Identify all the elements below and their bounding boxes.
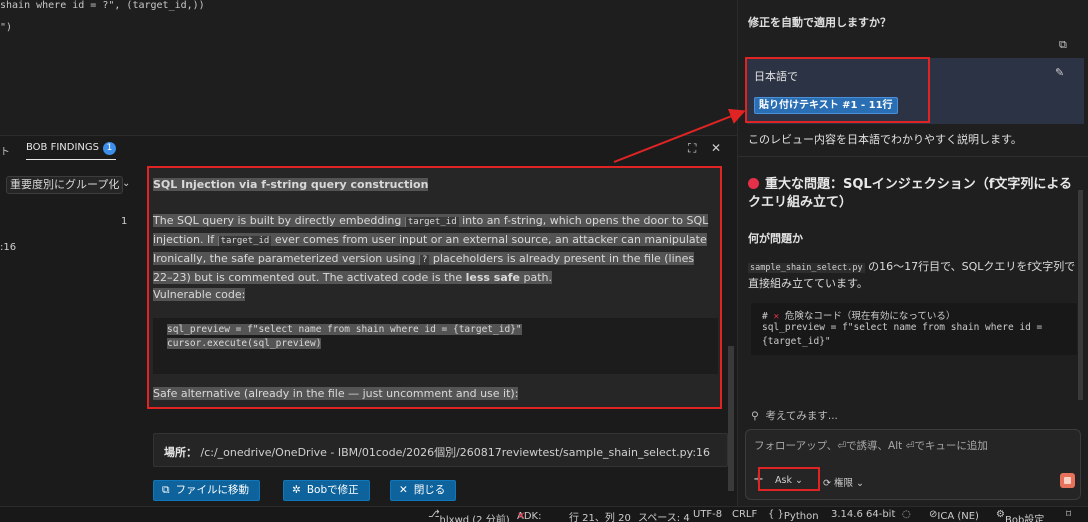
wand-icon: ⚲: [751, 410, 759, 422]
finding-title: SQL Injection via f-string query constru…: [153, 178, 429, 191]
thinking-indicator: ⚲ 考えてみます...: [751, 410, 838, 422]
inline-code: ?: [419, 255, 430, 265]
status-bar: ⎇ hlxwd (2 分前) ADK: ✕ 行 21、列 20 スペース: 4 …: [0, 506, 1088, 522]
external-link-icon: ⧉: [162, 484, 170, 496]
divider: [738, 156, 1088, 157]
status-cursor-position[interactable]: 行 21、列 20: [569, 509, 631, 522]
tab-previous[interactable]: ト: [0, 143, 10, 158]
status-ica[interactable]: ⊘ ICA (NE): [929, 509, 979, 522]
tab-bob-findings[interactable]: BOB FINDINGS 1: [26, 142, 117, 160]
code-line: "): [0, 22, 13, 33]
close-icon[interactable]: ✕: [711, 141, 721, 155]
status-encoding[interactable]: UTF-8: [693, 509, 722, 520]
code-line: shain where id = ?", (target_id,)): [0, 0, 205, 11]
file-path: /c:/_onedrive/OneDrive - IBM/01code/2026…: [200, 446, 711, 459]
sync-icon[interactable]: ◌: [902, 509, 911, 520]
code-line: {target_id}": [762, 336, 831, 347]
code-snippet: # ✕ 危険なコード（現在有効になっている） sql_preview = f"s…: [751, 303, 1077, 355]
bottom-panel: ト BOB FINDINGS 1 ⛶ ✕ 重要度別にグループ化 ⌄ 1 :16 S…: [0, 135, 737, 506]
chat-question: 修正を自動で適用しますか？: [748, 16, 891, 29]
code-editor[interactable]: shain where id = ?", (target_id,)) "): [0, 0, 737, 135]
notification-icon[interactable]: ⌑: [1066, 509, 1071, 520]
chat-input[interactable]: [754, 438, 1064, 454]
goto-file-button[interactable]: ⧉ ファイルに移動: [153, 480, 260, 501]
error-x-icon: ✕: [517, 511, 526, 522]
panel-tab-bar: ト BOB FINDINGS 1 ⛶ ✕: [0, 136, 737, 162]
close-button[interactable]: ✕ 閉じる: [390, 480, 457, 501]
fix-with-bob-button[interactable]: ✲ Bobで修正: [283, 480, 370, 501]
finding-paragraph-2: Ironically, the safe parameterized versi…: [153, 252, 695, 284]
status-branch[interactable]: ⎇ hlxwd (2 分前): [428, 509, 510, 522]
highlight-box: [758, 467, 820, 491]
chat-panel: 修正を自動で適用しますか？ ⧉ 日本語で ✎ 貼り付けテキスト #1 - 11行…: [737, 0, 1088, 506]
status-eol[interactable]: CRLF: [732, 509, 757, 520]
close-icon: ✕: [399, 484, 408, 496]
section-heading: 何が問題か: [748, 232, 803, 245]
code-line: sql_preview = f"select name from shain w…: [762, 322, 1043, 333]
code-line: sql_preview = f"select name from shain w…: [167, 324, 522, 335]
finding-line-ref[interactable]: :16: [0, 242, 16, 253]
status-bob-settings[interactable]: ⚙ Bob設定: [996, 509, 1044, 522]
tab-bob-findings-label: BOB FINDINGS: [26, 142, 100, 153]
chat-input-box: + Ask ⌄ ⟳ 権限 ⌄: [745, 429, 1081, 500]
group-by-select[interactable]: 重要度別にグループ化: [6, 176, 124, 194]
stop-icon: [1064, 477, 1071, 484]
findings-count-badge: 1: [103, 142, 117, 155]
safe-alternative-label: Safe alternative (already in the file — …: [153, 387, 519, 400]
status-python-version[interactable]: 3.14.6 64-bit: [831, 509, 895, 520]
stop-button[interactable]: [1060, 473, 1075, 488]
finding-detail: SQL Injection via f-string query constru…: [147, 166, 722, 409]
status-language[interactable]: { } Python: [768, 509, 819, 522]
sparkle-icon: ✲: [292, 484, 301, 496]
chat-scrollbar[interactable]: [1078, 190, 1083, 400]
finding-group-count: 1: [121, 216, 128, 227]
highlight-box: [745, 57, 930, 123]
response-intro: このレビュー内容を日本語でわかりやすく説明します。: [748, 133, 1022, 146]
status-indentation[interactable]: スペース: 4: [638, 509, 690, 522]
issue-heading: 重大な問題：SQLインジェクション（f文字列によるクエリ組み立て）: [748, 177, 1072, 210]
code-line: # ✕ 危険なコード（現在有効になっている）: [762, 311, 956, 322]
vulnerable-code-label: Vulnerable code:: [153, 288, 246, 301]
copy-icon[interactable]: ⧉: [1059, 38, 1067, 52]
inline-code: sample_shain_select.py: [748, 263, 865, 273]
vulnerable-code-block: sql_preview = f"select name from shain w…: [153, 318, 718, 374]
finding-location: 場所： /c:/_onedrive/OneDrive - IBM/01code/…: [153, 433, 728, 467]
edit-message-icon[interactable]: ✎: [1055, 66, 1064, 79]
code-line: cursor.execute(sql_preview): [167, 338, 322, 349]
critical-dot-icon: [748, 178, 759, 189]
inline-code: target_id: [404, 217, 459, 227]
issue-description: sample_shain_select.py の16〜17行目で、SQLクエリを…: [748, 260, 1076, 290]
detail-scrollbar[interactable]: [728, 346, 734, 491]
chevron-down-icon[interactable]: ⌄: [122, 178, 130, 189]
inline-code: target_id: [217, 236, 272, 246]
permissions-button[interactable]: ⟳ 権限 ⌄: [823, 475, 864, 489]
maximize-icon[interactable]: ⛶: [688, 141, 696, 156]
